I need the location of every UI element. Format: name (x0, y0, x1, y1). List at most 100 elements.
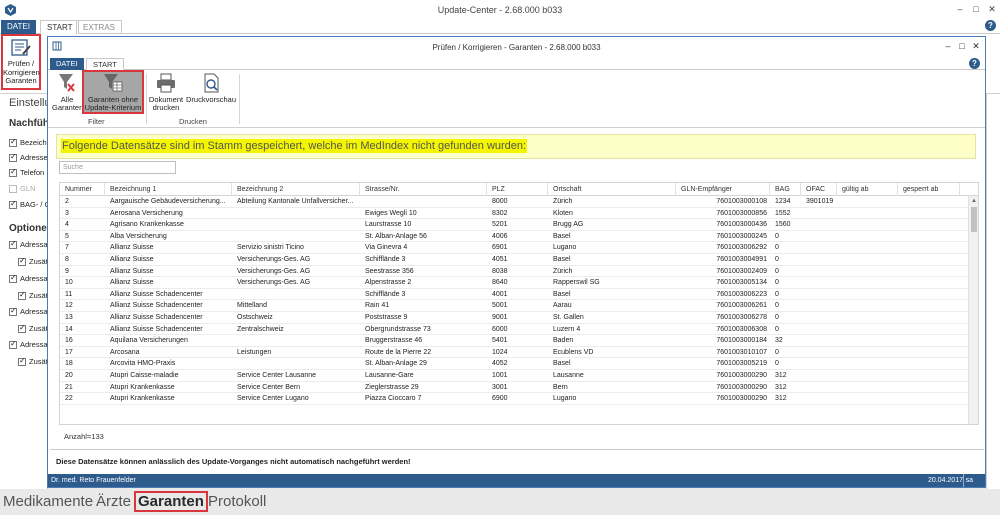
column-header[interactable]: Bezeichnung 1 (105, 183, 232, 196)
alle-garanten-button[interactable]: Alle Garanten (52, 72, 83, 116)
table-cell (801, 231, 837, 242)
option-item[interactable]: Adressal (9, 339, 48, 349)
checkbox[interactable] (9, 167, 17, 177)
table-row[interactable]: 9 Allianz Suisse Versicherungs-Ges. AG Sees… (60, 266, 968, 278)
checkbox[interactable] (9, 239, 17, 249)
column-header[interactable]: gültig ab (837, 183, 898, 196)
vertical-scrollbar[interactable]: ▲ (968, 196, 978, 424)
table-cell (801, 208, 837, 219)
checkbox[interactable] (18, 256, 26, 266)
table-cell: 312 (775, 383, 787, 391)
dialog-minimize-icon[interactable]: – (941, 40, 955, 52)
table-row[interactable]: 20 Atupri Caisse-maladie Service Center La… (60, 370, 968, 382)
nav-medikamente[interactable]: Medikamente (3, 493, 93, 510)
table-cell (898, 266, 960, 277)
nachfuehren-option[interactable]: Telefon (9, 167, 44, 177)
nav-protokoll[interactable]: Protokoll (208, 493, 266, 510)
drucken-group-label: Drucken (179, 117, 207, 126)
table-row[interactable]: 2 Aargauische Gebäudeversicherung... Abtei… (60, 196, 968, 208)
column-header[interactable]: Bezeichnung 2 (232, 183, 360, 196)
column-header[interactable]: BAG (770, 183, 801, 196)
checkbox[interactable] (9, 273, 17, 283)
column-header[interactable]: GLN-Empfänger (676, 183, 770, 196)
option-item[interactable]: Zusät (18, 323, 47, 333)
table-row[interactable]: 10 Allianz Suisse Versicherungs-Ges. AG Alp… (60, 277, 968, 289)
nav-aerzte[interactable]: Ärzte (96, 493, 131, 510)
bottom-navigation: Medikamente Ärzte Garanten Protokoll (0, 489, 1000, 515)
tab-extras[interactable]: EXTRAS (76, 20, 123, 34)
table-cell: Basel (553, 232, 571, 240)
option-item[interactable]: Adressal (9, 306, 47, 316)
table-row[interactable]: 14 Allianz Suisse Schadencenter Zentralsch… (60, 324, 968, 336)
close-icon[interactable]: ✕ (984, 2, 1000, 16)
column-header[interactable]: gesperrt ab (898, 183, 960, 196)
maximize-icon[interactable]: □ (968, 2, 984, 16)
column-header[interactable]: OFAC (801, 183, 837, 196)
tab-start[interactable]: START (40, 20, 80, 34)
table-cell: Zürich (553, 267, 573, 275)
table-row[interactable]: 22 Atupri Krankenkasse Service Center Luga… (60, 393, 968, 405)
table-row[interactable]: 4 Agrisano Krankenkasse Laurstrasse 10 5201… (60, 219, 968, 231)
table-cell: 1234 (775, 198, 791, 205)
nachfuehren-option[interactable]: Adresse (9, 152, 47, 162)
checkbox[interactable] (9, 199, 17, 209)
nachfuehren-option[interactable]: BAG- / C (9, 199, 47, 209)
table-cell: Agrisano Krankenkasse (110, 221, 184, 229)
column-header[interactable]: Strasse/Nr. (360, 183, 487, 196)
checkbox[interactable] (9, 339, 17, 349)
table-cell: 0 (775, 232, 779, 240)
pruefen-korrigieren-garanten-button[interactable]: Prüfen / Korrigieren Garanten (1, 34, 41, 90)
table-row[interactable]: 5 Alba Versicherung St. Alban-Anlage 56 400… (60, 231, 968, 243)
checkbox[interactable] (18, 356, 26, 366)
tab-datei[interactable]: DATEI (1, 20, 36, 34)
table-cell: 4001 (492, 290, 508, 298)
table-cell: Basel (553, 255, 571, 263)
table-row[interactable]: 8 Allianz Suisse Versicherungs-Ges. AG Schi… (60, 254, 968, 266)
table-row[interactable]: 18 Arcovita HMO-Praxis St. Alban-Anlage 29… (60, 358, 968, 370)
scroll-thumb[interactable] (971, 207, 977, 232)
dialog-maximize-icon[interactable]: □ (955, 40, 969, 52)
table-cell: Atupri Krankenkasse (110, 383, 175, 391)
table-row[interactable]: 7 Allianz Suisse Servizio sinistri Ticino V… (60, 242, 968, 254)
table-row[interactable]: 21 Atupri Krankenkasse Service Center Bern… (60, 382, 968, 394)
search-input[interactable]: Suche (59, 161, 176, 174)
footnote-text: Diese Datensätze können anlässlich des U… (56, 457, 411, 466)
dialog-help-icon[interactable]: ? (969, 58, 980, 69)
column-header[interactable]: Ortschaft (548, 183, 676, 196)
druckvorschau-button[interactable]: Druckvorschau (185, 72, 237, 116)
table-cell: 32 (775, 337, 783, 345)
nav-garanten[interactable]: Garanten (134, 491, 208, 512)
scroll-up-icon[interactable]: ▲ (970, 197, 978, 205)
minimize-icon[interactable]: – (952, 2, 968, 16)
dokument-drucken-button[interactable]: Dokument drucken (148, 72, 184, 116)
table-row[interactable]: 13 Allianz Suisse Schadencenter Ostschweiz… (60, 312, 968, 324)
checkbox[interactable] (9, 152, 17, 162)
table-cell: 13 (65, 313, 73, 321)
checkbox[interactable] (9, 306, 17, 316)
option-item[interactable]: Zusät (18, 256, 47, 266)
checkbox-label: Adressal (20, 340, 48, 349)
garanten-ohne-update-button[interactable]: Garanten ohne Update-Kriterium (82, 70, 144, 114)
checkbox[interactable] (18, 290, 26, 300)
option-item[interactable]: Zusät (18, 356, 47, 366)
option-item[interactable]: Zusät (18, 290, 47, 300)
help-icon[interactable]: ? (985, 20, 996, 31)
option-item[interactable]: Adressal (9, 273, 47, 283)
column-header[interactable]: Nummer (60, 183, 105, 196)
table-row[interactable]: 11 Allianz Suisse Schadencenter Schiffländ… (60, 289, 968, 301)
table-row[interactable]: 3 Aerosana Versicherung Ewiges Wegli 10 830… (60, 208, 968, 220)
dialog-tab-start[interactable]: START (86, 58, 124, 70)
column-header[interactable]: PLZ (487, 183, 548, 196)
dialog-close-icon[interactable]: ✕ (969, 40, 983, 52)
table-row[interactable]: 17 Arcosana Leistungen Route de la Pierre 2… (60, 347, 968, 359)
table-cell: 18 (65, 360, 73, 368)
table-row[interactable]: 12 Allianz Suisse Schadencenter Mittelland… (60, 300, 968, 312)
dialog-tab-datei[interactable]: DATEI (50, 58, 84, 70)
option-item[interactable]: Adressal (9, 239, 47, 249)
checkbox[interactable] (9, 184, 17, 193)
nachfuehren-option[interactable]: Bezeichn (9, 137, 47, 147)
checkbox[interactable] (9, 137, 17, 147)
table-row[interactable]: 16 Aquilana Versicherungen Bruggerstrasse … (60, 335, 968, 347)
checkbox[interactable] (18, 323, 26, 333)
nachfuehren-option[interactable]: GLN (9, 184, 35, 193)
